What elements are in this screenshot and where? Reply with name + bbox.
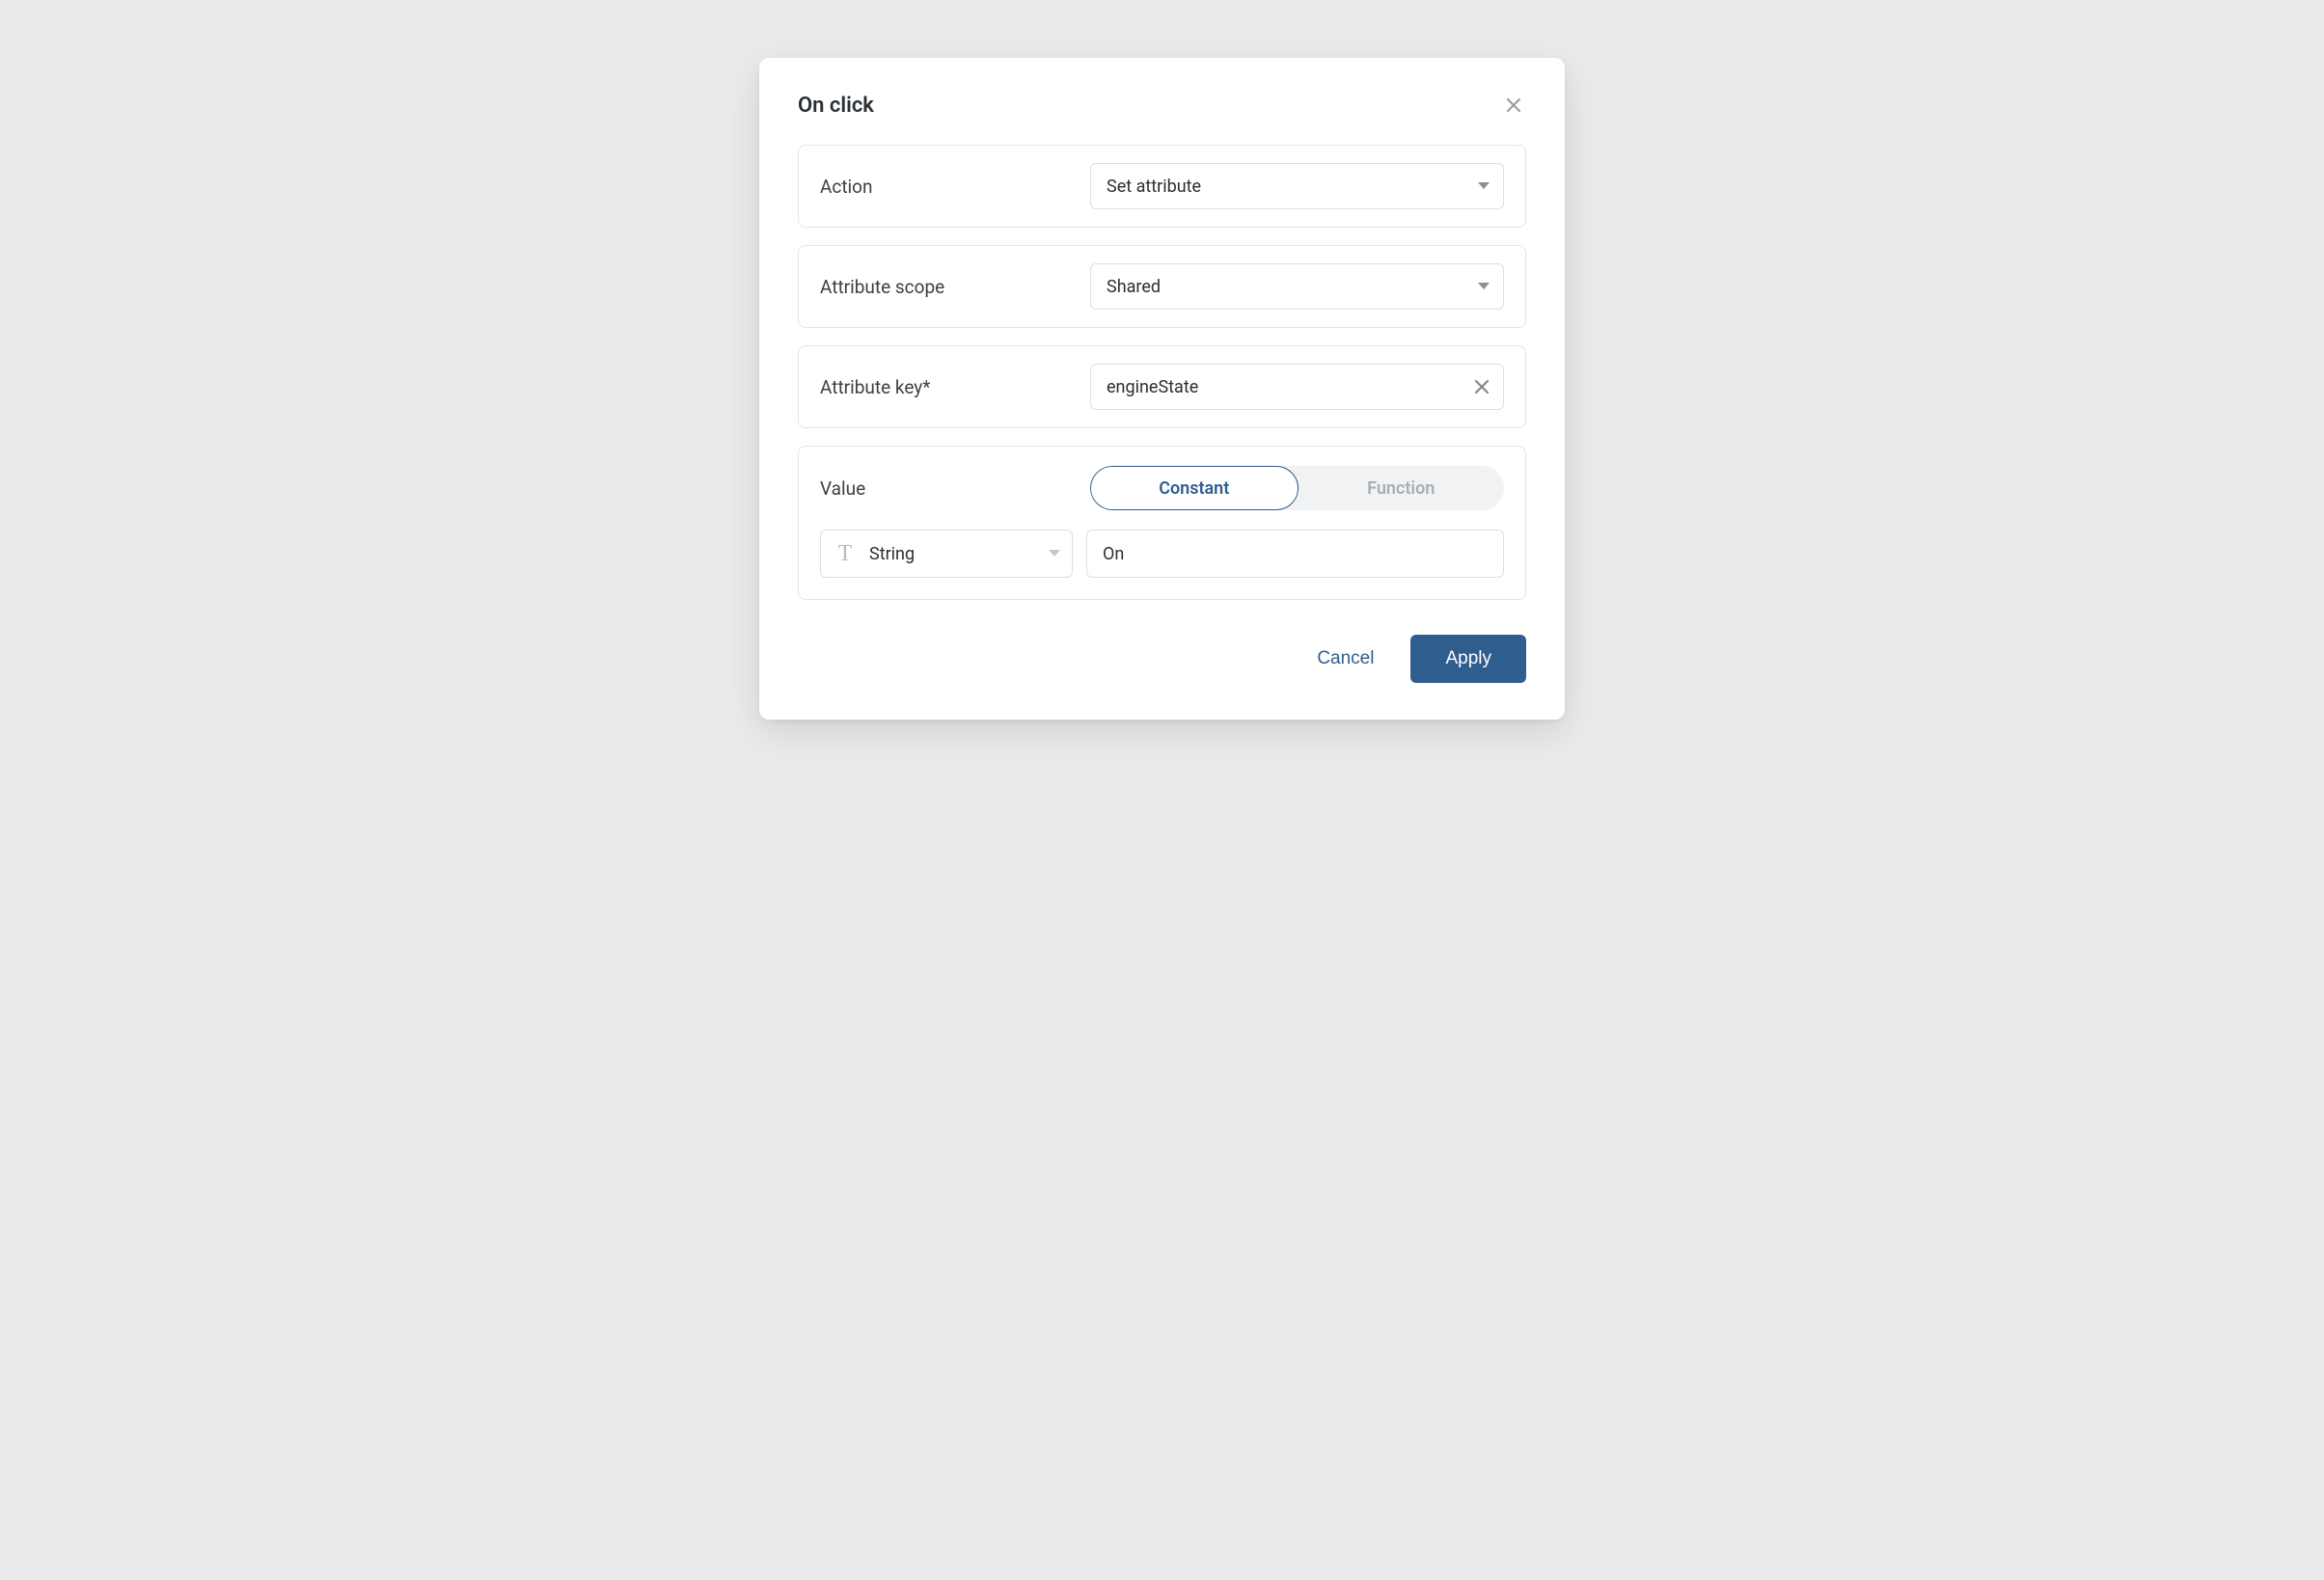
scope-panel: Attribute scope Shared [798, 245, 1526, 328]
tab-function[interactable]: Function [1299, 466, 1505, 510]
scope-label: Attribute scope [820, 276, 1090, 298]
value-type-label: String [869, 544, 915, 564]
attribute-key-input[interactable] [1090, 364, 1504, 410]
value-panel: Value Constant Function T String [798, 446, 1526, 600]
cancel-button[interactable]: Cancel [1309, 639, 1381, 679]
dialog-header: On click [798, 93, 1526, 118]
action-select[interactable]: Set attribute [1090, 163, 1504, 209]
chevron-down-icon [1049, 550, 1060, 558]
key-label: Attribute key* [820, 376, 1090, 398]
apply-button[interactable]: Apply [1410, 635, 1526, 683]
action-label: Action [820, 176, 1090, 198]
value-type-select[interactable]: T String [820, 530, 1073, 578]
dialog-footer: Cancel Apply [798, 635, 1526, 683]
value-label: Value [820, 477, 1090, 500]
scope-select[interactable]: Shared [1090, 263, 1504, 310]
action-panel: Action Set attribute [798, 145, 1526, 228]
action-select-value: Set attribute [1107, 177, 1201, 197]
dialog-title: On click [798, 94, 874, 118]
clear-input-icon[interactable] [1469, 374, 1494, 399]
value-mode-toggle: Constant Function [1090, 466, 1504, 510]
chevron-down-icon [1478, 182, 1490, 190]
value-input[interactable] [1086, 530, 1504, 578]
key-panel: Attribute key* [798, 345, 1526, 428]
tab-constant[interactable]: Constant [1090, 466, 1299, 510]
chevron-down-icon [1478, 283, 1490, 290]
close-icon[interactable] [1501, 93, 1526, 118]
on-click-dialog: On click Action Set attribute Attribute … [759, 58, 1565, 720]
text-type-icon: T [834, 541, 856, 567]
scope-select-value: Shared [1107, 277, 1161, 297]
